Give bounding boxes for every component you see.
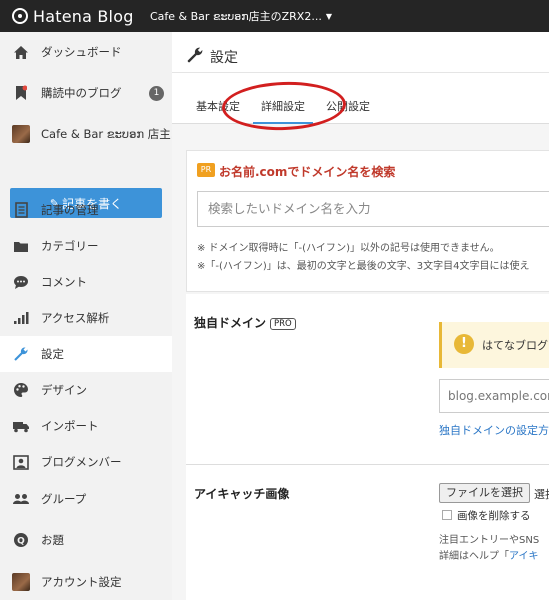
main-content: 設定 基本設定 詳細設定 公開設定 PR お名前.comでドメイン名を検索 検索… <box>172 32 549 600</box>
warning-text: はてなブログ <box>482 339 548 352</box>
domain-note: ※ ドメイン取得時に「-(ハイフン)」以外の記号は使用できません。 <box>197 243 500 254</box>
tab-label: 基本設定 <box>196 100 240 113</box>
blog-avatar <box>12 125 30 143</box>
sidebar-item-label: アカウント設定 <box>41 575 122 589</box>
folder-icon <box>12 237 30 255</box>
sidebar-item-label: アクセス解析 <box>41 311 110 325</box>
blog-selector[interactable]: Cafe & Bar ຂະບອກ店主のZRX2... ▼ <box>150 8 332 24</box>
hatena-logo-icon <box>12 8 28 24</box>
domain-search-title[interactable]: お名前.comでドメイン名を検索 <box>219 163 395 180</box>
eyecatch-help-text: 注目エントリーやSNS <box>439 535 540 546</box>
tab-label: 詳細設定 <box>261 100 305 113</box>
logo-text: Hatena Blog <box>33 6 134 26</box>
pro-badge: PRO <box>270 318 296 330</box>
sidebar-item-analytics[interactable]: アクセス解析 <box>0 300 172 336</box>
eyecatch-help-link[interactable]: アイキ <box>509 551 539 562</box>
eyecatch-help-text: 詳細はヘルプ「アイキ <box>439 547 539 562</box>
unread-count-badge: 1 <box>149 85 164 101</box>
home-icon <box>12 43 30 61</box>
sidebar-item-label: デザイン <box>41 383 87 397</box>
palette-icon <box>12 381 30 399</box>
sidebar-item-blog[interactable]: Cafe & Bar ຂະບອກ 店主... <box>0 116 182 152</box>
page-header: 設定 <box>186 46 238 68</box>
topic-icon: Q <box>12 531 30 549</box>
tab-basic[interactable]: 基本設定 <box>196 98 240 124</box>
delete-image-label: 画像を削除する <box>457 510 531 522</box>
sidebar-item-label: 記事の管理 <box>41 203 99 217</box>
tab-label: 公開設定 <box>326 100 370 113</box>
sidebar-item-groups[interactable]: グループ <box>0 481 172 517</box>
sidebar-item-members[interactable]: ブログメンバー <box>0 444 172 480</box>
truck-icon <box>12 417 30 435</box>
file-status-text: 選択 <box>534 488 549 501</box>
hatena-logo[interactable]: Hatena Blog <box>0 7 150 26</box>
domain-search-card: PR お名前.comでドメイン名を検索 検索したいドメイン名を入力 ※ ドメイン… <box>186 150 549 292</box>
sidebar-item-categories[interactable]: カテゴリー <box>0 228 172 264</box>
comment-icon <box>12 273 30 291</box>
sidebar-item-account[interactable]: アカウント設定 <box>0 564 172 600</box>
wrench-icon <box>12 345 30 363</box>
svg-text:Q: Q <box>17 537 25 547</box>
sidebar-item-label: コメント <box>41 275 87 289</box>
sidebar-item-label: ブログメンバー <box>41 455 122 469</box>
sidebar-item-label: 設定 <box>41 347 64 361</box>
sidebar-item-settings[interactable]: 設定 <box>0 336 172 372</box>
sidebar-item-articles[interactable]: 記事の管理 <box>0 192 172 228</box>
choose-file-button[interactable]: ファイルを選択 <box>439 483 530 503</box>
settings-tabs: 基本設定 詳細設定 公開設定 <box>172 98 549 124</box>
account-avatar <box>12 573 30 591</box>
pr-badge: PR <box>197 163 215 177</box>
warning-box: ! はてなブログ <box>439 322 549 368</box>
help-prefix: 詳細はヘルプ「 <box>439 551 509 562</box>
sidebar-item-import[interactable]: インポート <box>0 408 172 444</box>
sidebar: ダッシュボード 購読中のブログ 1 Cafe & Bar ຂະບອກ 店主...… <box>0 32 182 600</box>
member-icon <box>12 453 30 471</box>
sidebar-item-comments[interactable]: コメント <box>0 264 172 300</box>
sidebar-item-label: 購読中のブログ <box>41 86 122 100</box>
sidebar-item-label: Cafe & Bar ຂະບອກ 店主... <box>41 127 182 141</box>
group-icon <box>12 490 30 508</box>
exclamation-icon: ! <box>454 334 474 354</box>
sidebar-item-label: グループ <box>41 492 87 506</box>
custom-domain-label: 独自ドメイン PRO <box>194 314 296 331</box>
sidebar-item-label: インポート <box>41 419 99 433</box>
top-bar: Hatena Blog Cafe & Bar ຂະບອກ店主のZRX2... ▼ <box>0 0 549 32</box>
custom-domain-help-link[interactable]: 独自ドメインの設定方法 <box>439 422 549 438</box>
wrench-icon <box>186 46 204 68</box>
domain-note: ※「-(ハイフン)」は、最初の文字と最後の文字、3文字目4文字目には使え <box>197 261 530 272</box>
document-icon <box>12 201 30 219</box>
delete-image-checkbox[interactable] <box>442 510 452 520</box>
domain-search-input[interactable]: 検索したいドメイン名を入力 <box>197 191 549 227</box>
eyecatch-section: アイキャッチ画像 ファイルを選択 選択 画像を削除する 注目エントリーやSNS … <box>186 464 549 600</box>
sidebar-item-label: お題 <box>41 533 64 547</box>
sidebar-item-label: カテゴリー <box>41 239 99 253</box>
blog-selector-label: Cafe & Bar ຂະບອກ店主のZRX2... <box>150 10 322 23</box>
caret-down-icon: ▼ <box>325 11 332 21</box>
custom-domain-input[interactable]: blog.example.com <box>439 379 549 413</box>
custom-domain-label-text: 独自ドメイン <box>194 316 267 330</box>
tab-publish[interactable]: 公開設定 <box>326 98 370 124</box>
page-title: 設定 <box>210 50 238 66</box>
bar-chart-icon <box>12 309 30 327</box>
tab-advanced[interactable]: 詳細設定 <box>253 98 313 124</box>
sidebar-item-design[interactable]: デザイン <box>0 372 172 408</box>
bookmark-icon <box>12 84 30 102</box>
header-divider <box>172 72 549 73</box>
sidebar-item-dashboard[interactable]: ダッシュボード <box>0 34 172 70</box>
sidebar-item-subscriptions[interactable]: 購読中のブログ 1 <box>0 75 172 111</box>
sidebar-item-label: ダッシュボード <box>41 45 122 59</box>
sidebar-item-topics[interactable]: Q お題 <box>0 522 172 558</box>
custom-domain-section: 独自ドメイン PRO ! はてなブログ blog.example.com 独自ドメ… <box>186 294 549 464</box>
eyecatch-label: アイキャッチ画像 <box>194 487 290 501</box>
